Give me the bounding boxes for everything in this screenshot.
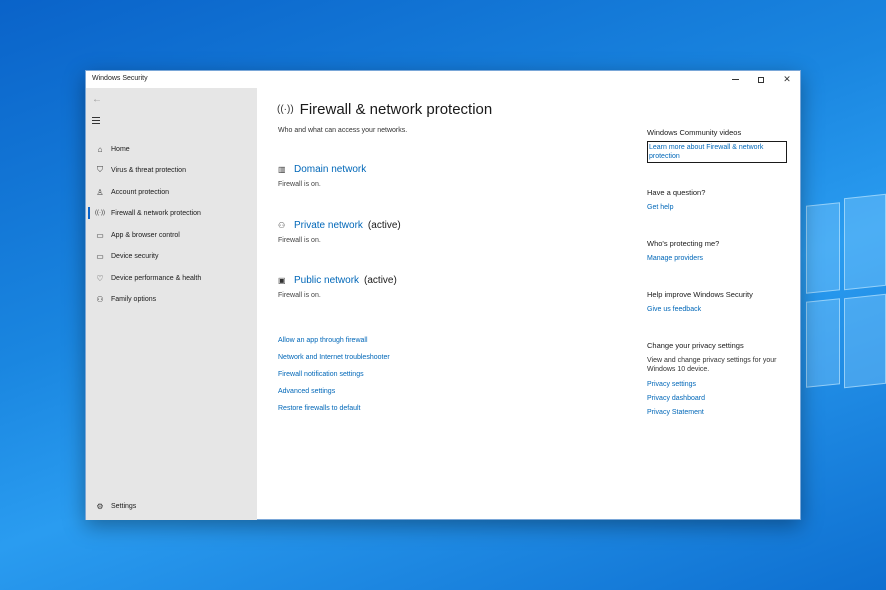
maximize-icon [758, 76, 764, 83]
section-heading: Who's protecting me? [647, 239, 720, 248]
sidebar-item-app-browser[interactable]: ▭ App & browser control [86, 226, 257, 244]
privacy-settings-link[interactable]: Privacy settings [647, 380, 787, 389]
windows-security-window: Windows Security ✕ ← ⌂ Home ⛉ Virus & th… [85, 70, 801, 520]
section-heading: Windows Community videos [647, 128, 742, 137]
sidebar-item-label: Device performance & health [111, 274, 202, 282]
sidebar: ← ⌂ Home ⛉ Virus & threat protection ♙ A… [86, 88, 257, 520]
hamburger-icon [92, 117, 100, 118]
back-button[interactable]: ← [92, 94, 102, 105]
close-button[interactable]: ✕ [774, 71, 800, 88]
person-icon: ♙ [96, 187, 104, 197]
heart-icon: ♡ [96, 273, 104, 283]
sidebar-item-label: Device security [111, 252, 159, 260]
minimize-icon [731, 79, 739, 80]
sidebar-item-family[interactable]: ⚇ Family options [86, 290, 257, 308]
sidebar-item-label: App & browser control [111, 231, 180, 239]
sidebar-item-label: Account protection [111, 188, 169, 196]
private-network-section: ⚇ Private network (active) Firewall is o… [278, 220, 401, 244]
sidebar-item-device-performance[interactable]: ♡ Device performance & health [86, 269, 257, 287]
section-heading: Help improve Windows Security [647, 290, 753, 299]
section-heading: Have a question? [647, 188, 706, 197]
maximize-button[interactable] [748, 71, 774, 88]
page-title: ((·)) Firewall & network protection [277, 101, 492, 118]
network-active-label: (active) [364, 275, 397, 286]
feedback-link[interactable]: Give us feedback [647, 305, 787, 314]
privacy-statement-link[interactable]: Privacy Statement [647, 408, 787, 417]
desktop-windows-logo [796, 193, 886, 389]
network-status: Firewall is on. [278, 237, 321, 244]
private-network-icon: ⚇ [278, 221, 286, 230]
wireless-icon: ((·)) [277, 104, 294, 115]
page-title-text: Firewall & network protection [299, 101, 493, 118]
improve-section: Help improve Windows Security Give us fe… [647, 290, 787, 314]
app-window-icon: ▭ [96, 230, 104, 240]
gear-icon: ⚙ [96, 501, 104, 511]
sidebar-item-account[interactable]: ♙ Account protection [86, 183, 257, 201]
sidebar-item-label: Firewall & network protection [111, 209, 201, 217]
home-icon: ⌂ [97, 144, 103, 154]
close-icon: ✕ [783, 74, 791, 84]
community-videos-section: Windows Community videos Learn more abou… [647, 128, 787, 163]
network-active-label: (active) [367, 220, 401, 231]
public-network-icon: ▣ [278, 276, 286, 285]
question-section: Have a question? Get help [647, 188, 787, 212]
section-heading: Change your privacy settings [647, 341, 744, 350]
protecting-section: Who's protecting me? Manage providers [647, 239, 787, 263]
public-network-section: ▣ Public network (active) Firewall is on… [278, 275, 397, 299]
focus-outline: Learn more about Firewall & network prot… [647, 141, 787, 163]
public-network-link[interactable]: Public network [294, 275, 359, 286]
sidebar-item-virus-threat[interactable]: ⛉ Virus & threat protection [86, 161, 257, 179]
allow-app-link[interactable]: Allow an app through firewall [278, 337, 368, 344]
sidebar-item-settings[interactable]: ⚙ Settings [86, 497, 257, 515]
sidebar-item-label: Settings [111, 502, 137, 510]
privacy-dashboard-link[interactable]: Privacy dashboard [647, 394, 787, 403]
family-icon: ⚇ [96, 294, 104, 304]
domain-network-link[interactable]: Domain network [294, 164, 366, 175]
restore-defaults-link[interactable]: Restore firewalls to default [278, 405, 360, 412]
domain-network-section: ▥ Domain network Firewall is on. [278, 164, 371, 188]
notification-settings-link[interactable]: Firewall notification settings [278, 371, 364, 378]
sidebar-item-home[interactable]: ⌂ Home [86, 140, 257, 158]
laptop-icon: ▭ [96, 251, 104, 261]
advanced-settings-link[interactable]: Advanced settings [278, 388, 335, 395]
sidebar-item-label: Virus & threat protection [111, 166, 186, 174]
sidebar-item-label: Family options [111, 295, 157, 303]
network-status: Firewall is on. [278, 292, 321, 299]
main-content: ((·)) Firewall & network protection Who … [257, 88, 802, 520]
back-arrow-icon: ← [92, 94, 102, 105]
title-bar: Windows Security ✕ [86, 71, 800, 88]
menu-button[interactable] [92, 117, 100, 126]
privacy-section: Change your privacy settings View and ch… [647, 341, 787, 417]
manage-providers-link[interactable]: Manage providers [647, 254, 787, 263]
minimize-button[interactable] [722, 71, 748, 88]
privacy-description: View and change privacy settings for you… [647, 357, 777, 373]
network-status: Firewall is on. [278, 181, 321, 188]
get-help-link[interactable]: Get help [647, 203, 787, 212]
page-subtitle: Who and what can access your networks. [278, 127, 408, 134]
troubleshooter-link[interactable]: Network and Internet troubleshooter [278, 354, 390, 361]
sidebar-item-firewall[interactable]: ((·)) Firewall & network protection [86, 204, 257, 222]
learn-more-link[interactable]: Learn more about Firewall & network prot… [649, 143, 785, 161]
domain-network-icon: ▥ [278, 165, 286, 174]
window-title: Windows Security [92, 75, 148, 82]
sidebar-item-label: Home [111, 145, 130, 153]
private-network-link[interactable]: Private network [294, 220, 363, 231]
shield-icon: ⛉ [97, 165, 103, 174]
wireless-icon: ((·)) [95, 210, 105, 216]
sidebar-item-device-security[interactable]: ▭ Device security [86, 247, 257, 265]
